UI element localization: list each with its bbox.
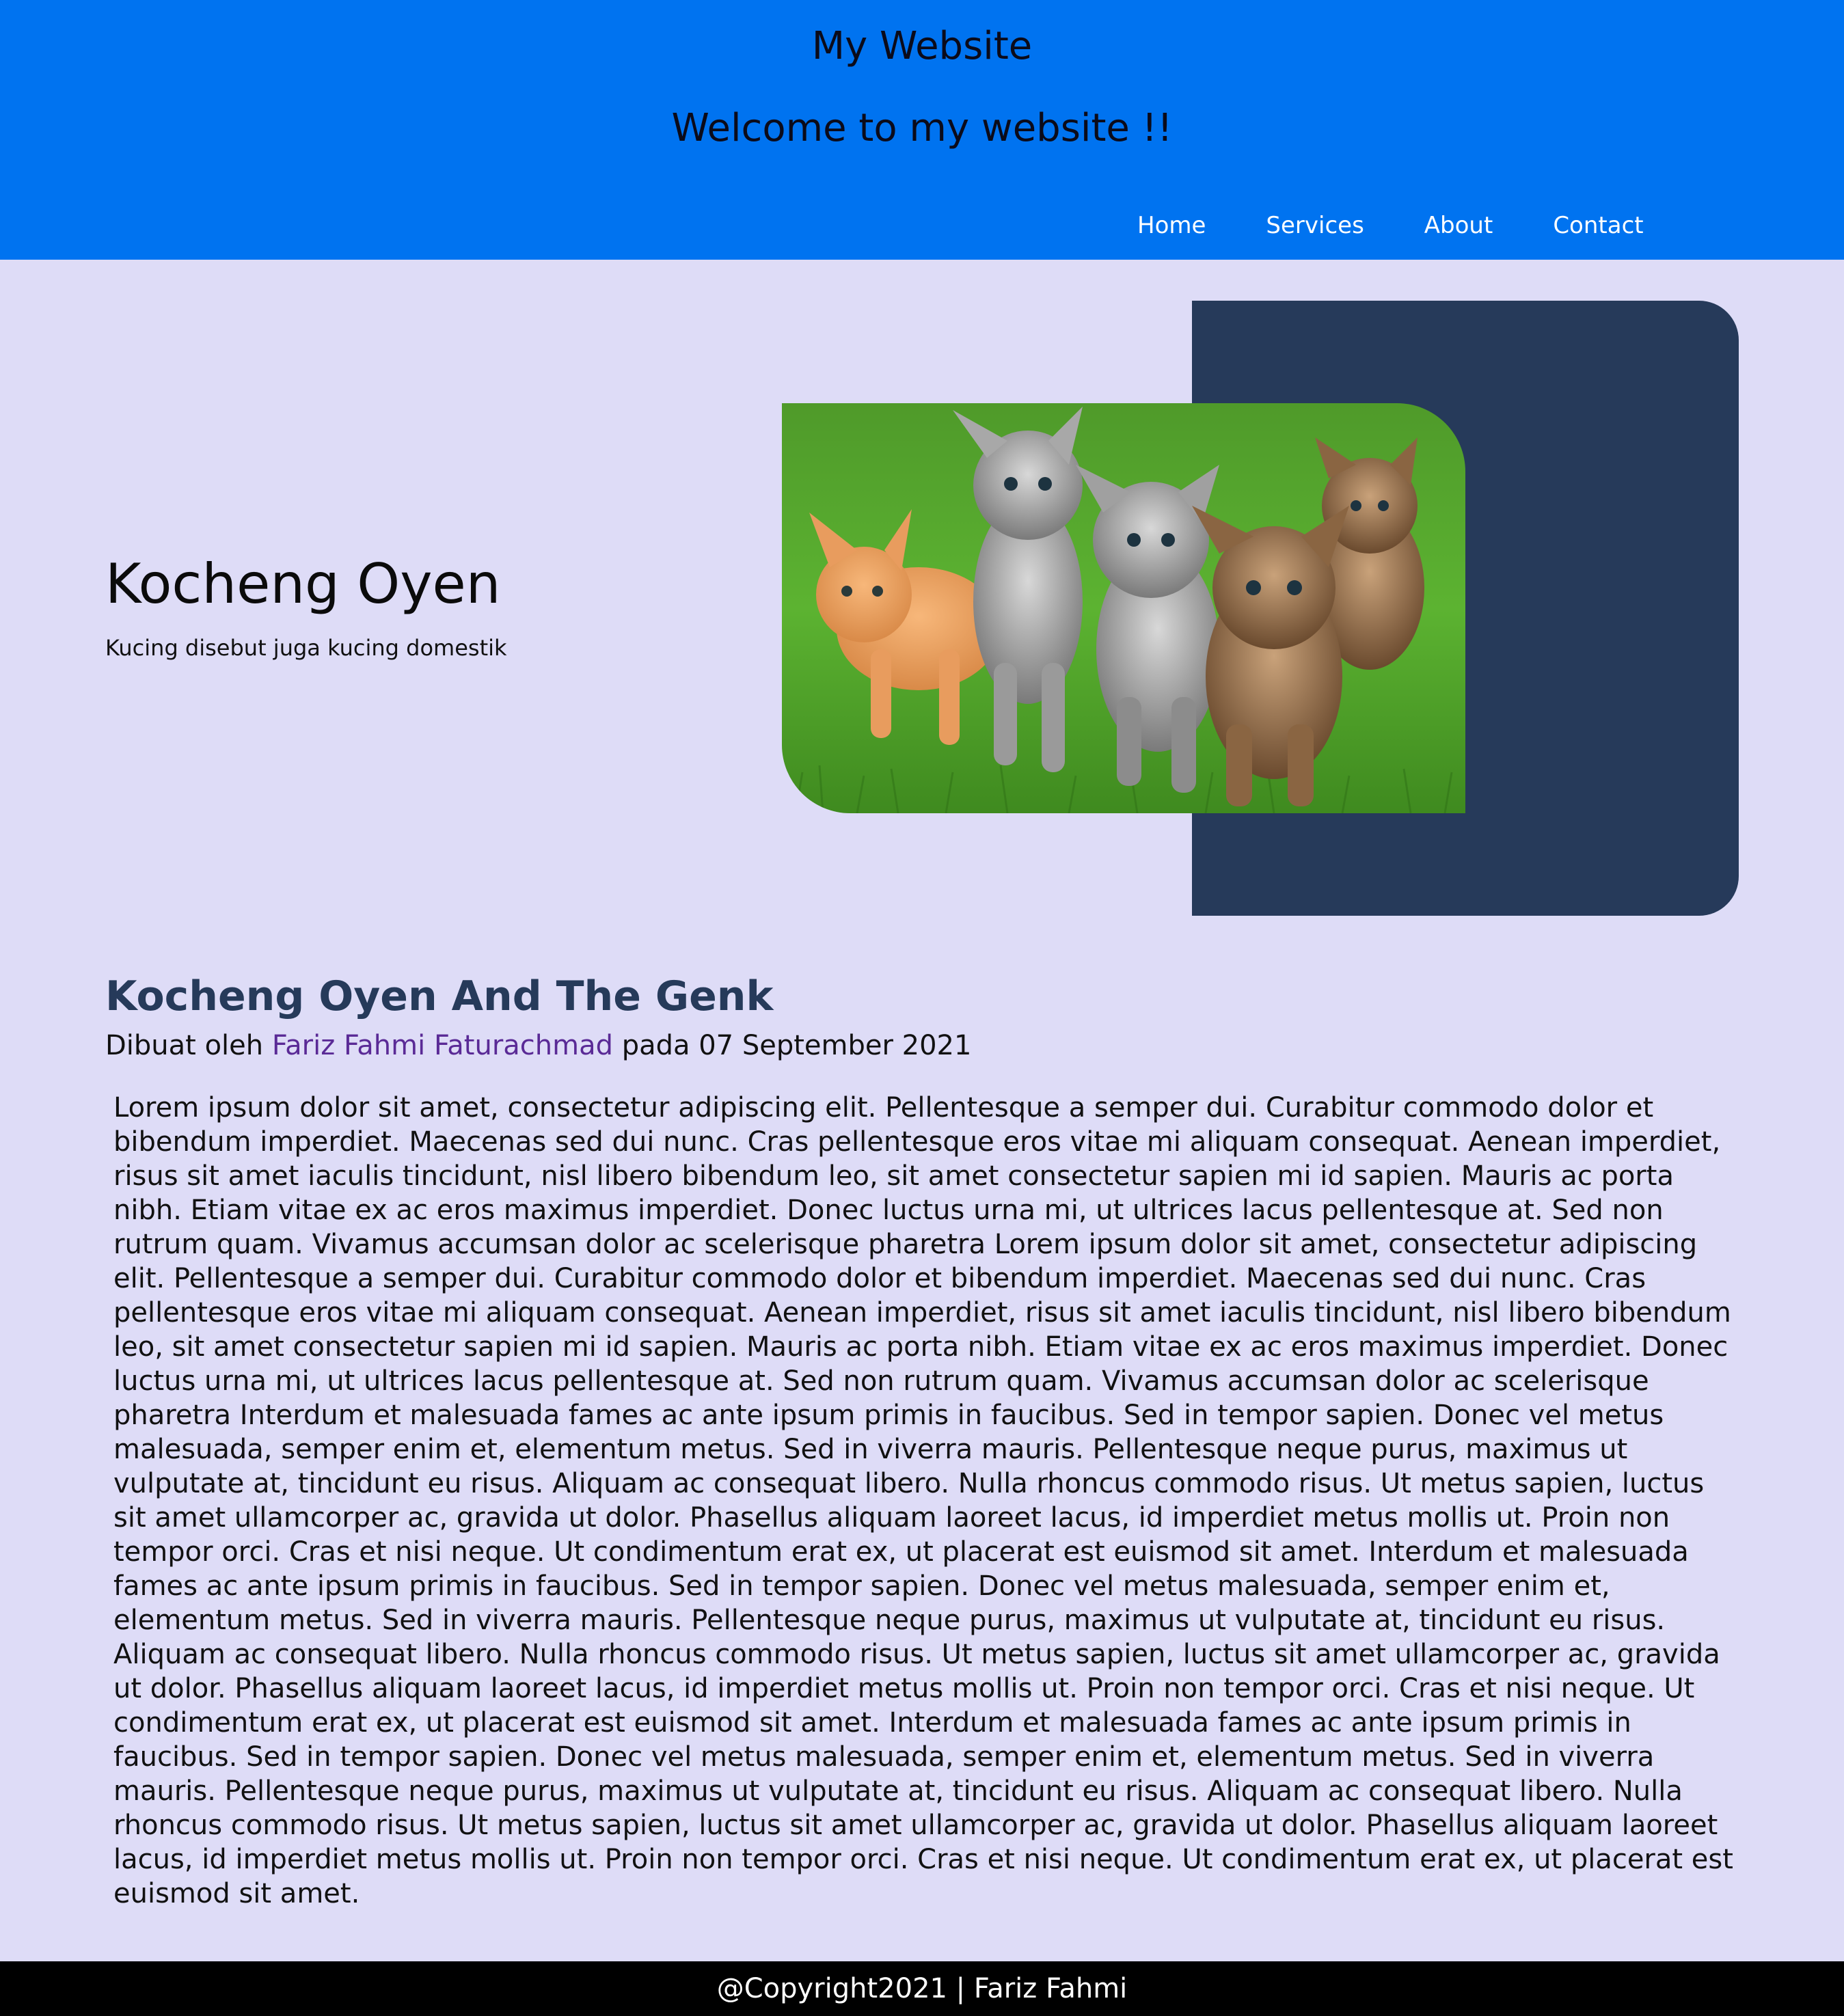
hero-title: Kocheng Oyen (105, 552, 501, 616)
main-nav: Home Services About Contact (1107, 205, 1674, 246)
site-header: My Website Welcome to my website !! Home… (0, 0, 1844, 260)
nav-services-link[interactable]: Services (1266, 205, 1364, 246)
nav-home-link[interactable]: Home (1137, 205, 1206, 246)
byline-suffix: pada 07 September 2021 (613, 1030, 972, 1061)
site-name: My Website (811, 24, 1033, 68)
author-link[interactable]: Fariz Fahmi Faturachmad (272, 1030, 613, 1061)
site-footer: @Copyright2021 | Fariz Fahmi (0, 1961, 1844, 2016)
kittens-photo (782, 403, 1465, 813)
hero-subtitle: Kucing disebut juga kucing domestik (105, 635, 507, 661)
article-body: Lorem ipsum dolor sit amet, consectetur … (113, 1092, 1733, 1909)
kittens-illustration (782, 403, 1465, 813)
nav-about-link[interactable]: About (1424, 205, 1493, 246)
byline-prefix: Dibuat oleh (105, 1030, 272, 1061)
article-byline: Dibuat oleh Fariz Fahmi Faturachmad pada… (105, 1025, 971, 1066)
nav-contact-link[interactable]: Contact (1553, 205, 1643, 246)
welcome-heading: Welcome to my website !! (671, 106, 1173, 150)
article-title: Kocheng Oyen And The Genk (105, 972, 774, 1020)
